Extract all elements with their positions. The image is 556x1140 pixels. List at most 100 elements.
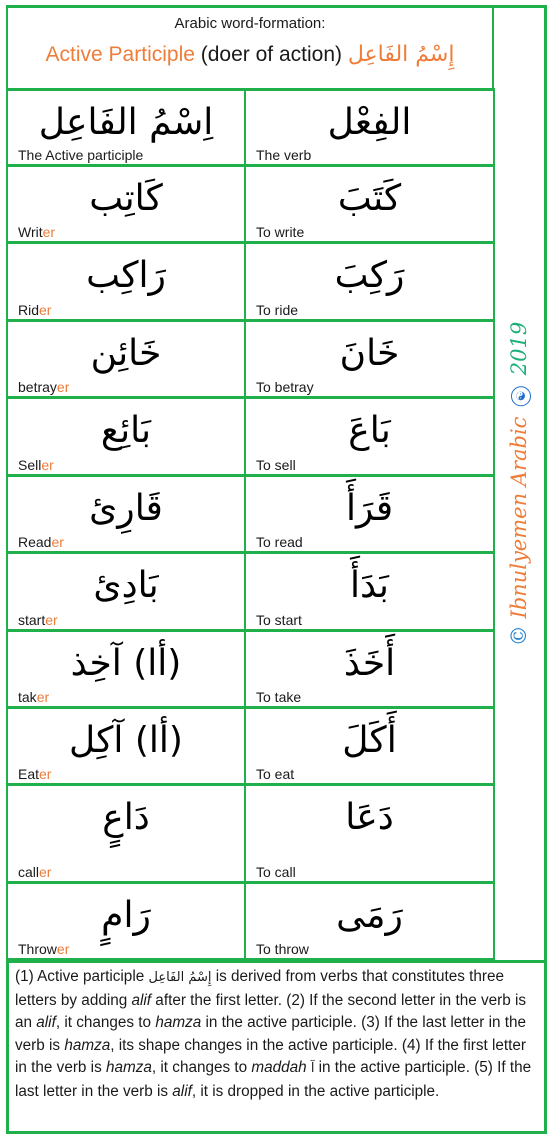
- note-text: (1) Active participle: [15, 968, 149, 985]
- table-row: رَامٍ Thrower رَمَى To throw: [6, 884, 495, 961]
- verb-cell: الفِعْل The verb: [244, 91, 495, 164]
- verb-english: To write: [256, 224, 305, 240]
- table-row: اِسْمُ الفَاعِل The Active participle الفِ…: [6, 88, 495, 167]
- participle-english-suffix: er: [56, 941, 70, 957]
- verb-english: To betray: [256, 379, 314, 395]
- verb-cell: بَدَأَ To start: [244, 554, 495, 629]
- participle-cell: خَائِن betrayer: [8, 322, 244, 396]
- word-table: اِسْمُ الفَاعِل The Active participle الفِ…: [6, 88, 495, 961]
- verb-english: To sell: [256, 457, 296, 473]
- verb-english: To read: [256, 534, 303, 550]
- participle-english-stem: betray: [18, 379, 57, 395]
- participle-arabic: (أا) آكِل: [69, 720, 183, 761]
- participle-english-stem: Throw: [18, 941, 57, 957]
- note-term: alif: [36, 1014, 56, 1031]
- participle-english: Rider: [18, 302, 51, 318]
- participle-english-stem: Eat: [18, 766, 40, 782]
- title-rest: (doer of action): [194, 43, 348, 66]
- participle-arabic: دَاعٍ: [102, 797, 150, 838]
- copyright-icon: ©: [507, 624, 531, 646]
- verb-arabic: الفِعْل: [327, 102, 412, 143]
- title-arabic: إِسْمُ الفَاعِل: [347, 42, 455, 67]
- table-row: خَائِن betrayer خَانَ To betray: [6, 322, 495, 399]
- participle-english: Reader: [18, 534, 64, 550]
- table-row: (أا) آكِل Eater أَكَلَ To eat: [6, 709, 495, 786]
- participle-arabic: بَادِئ: [93, 565, 159, 606]
- participle-cell: دَاعٍ caller: [8, 786, 244, 881]
- participle-english-stem: Writ: [18, 224, 43, 240]
- verb-arabic: دَعَا: [345, 797, 394, 838]
- header: Arabic word-formation: Active Participle…: [6, 5, 494, 90]
- participle-english: The Active participle: [18, 147, 143, 163]
- verb-cell: خَانَ To betray: [244, 322, 495, 396]
- participle-english-suffix: er: [41, 457, 54, 473]
- note-term: hamza: [155, 1014, 202, 1031]
- participle-english: Eater: [18, 766, 51, 782]
- verb-arabic: بَدَأَ: [350, 565, 389, 606]
- table-row: بَائِع Seller بَاعَ To sell: [6, 399, 495, 477]
- verb-arabic: رَكِبَ: [334, 255, 405, 296]
- participle-english-suffix: er: [42, 224, 56, 240]
- participle-cell: (أا) آكِل Eater: [8, 709, 244, 783]
- participle-cell: كَاتِب Writer: [8, 167, 244, 241]
- participle-cell: بَائِع Seller: [8, 399, 244, 474]
- participle-english: starter: [18, 612, 58, 628]
- participle-english-suffix: er: [56, 379, 70, 395]
- participle-cell: رَاكِب Rider: [8, 244, 244, 319]
- table-row: بَادِئ starter بَدَأَ To start: [6, 554, 495, 632]
- note-term: hamza: [64, 1036, 111, 1054]
- participle-english-stem: Read: [18, 534, 52, 550]
- participle-arabic: خَائِن: [90, 333, 162, 374]
- verb-arabic: بَاعَ: [348, 410, 391, 451]
- participle-english-suffix: er: [36, 689, 50, 705]
- title-highlight: Active Participle: [45, 43, 195, 66]
- note-arabic-term: إِسْمُ الفَاعِل: [148, 970, 212, 985]
- verb-english: To call: [256, 864, 296, 880]
- participle-english-stem: tak: [18, 689, 37, 705]
- participle-cell: اِسْمُ الفَاعِل The Active participle: [8, 91, 244, 164]
- participle-english-stem: Sell: [18, 457, 42, 473]
- participle-english-suffix: er: [51, 534, 64, 550]
- table-row: كَاتِب Writer كَتَبَ To write: [6, 167, 495, 244]
- verb-arabic: كَتَبَ: [337, 178, 402, 219]
- verb-cell: دَعَا To call: [244, 786, 495, 881]
- header-subtitle: Arabic word-formation:: [174, 15, 326, 32]
- participle-english: betrayer: [18, 379, 69, 395]
- participle-arabic: رَاكِب: [86, 255, 166, 296]
- verb-arabic: رَمَى: [336, 895, 403, 936]
- note-term: alif: [131, 991, 152, 1009]
- verb-english: The verb: [256, 147, 312, 163]
- verb-english: To start: [256, 612, 302, 628]
- verb-english: To eat: [256, 766, 295, 782]
- participle-cell: بَادِئ starter: [8, 554, 244, 629]
- copyright-sidebar: © Ibnulyemen Arabic ☯ 2019: [493, 5, 545, 962]
- participle-english-stem: Rid: [18, 302, 40, 318]
- participle-english-stem: call: [18, 864, 40, 880]
- note-text: , it changes to: [55, 1014, 156, 1031]
- table-row: (أا) آخِذ taker أَخَذَ To take: [6, 632, 495, 709]
- participle-arabic: قَارِئ: [89, 488, 163, 529]
- table-row: دَاعٍ caller دَعَا To call: [6, 786, 495, 884]
- verb-english: To take: [256, 689, 302, 705]
- verb-arabic: أَخَذَ: [343, 643, 396, 684]
- verb-cell: رَمَى To throw: [244, 884, 495, 958]
- participle-arabic: كَاتِب: [89, 178, 163, 219]
- participle-english-suffix: er: [45, 612, 58, 628]
- note-term: maddah: [251, 1059, 307, 1076]
- table-row: رَاكِب Rider رَكِبَ To ride: [6, 244, 495, 322]
- participle-english-suffix: er: [39, 864, 52, 880]
- note-arabic-maddah: آ: [306, 1061, 319, 1076]
- copyright-year: 2019: [507, 321, 531, 382]
- header-title: Active Participle (doer of action) إِسْم…: [8, 42, 492, 67]
- note-term: alif: [172, 1082, 192, 1100]
- verb-cell: أَخَذَ To take: [244, 632, 495, 706]
- participle-cell: رَامٍ Thrower: [8, 884, 244, 958]
- verb-arabic: خَانَ: [339, 333, 400, 374]
- verb-cell: قَرَأَ To read: [244, 477, 495, 551]
- verb-cell: أَكَلَ To eat: [244, 709, 495, 783]
- verb-english: To ride: [256, 302, 299, 318]
- note-text: , it is dropped in the active participle…: [191, 1082, 440, 1100]
- verb-arabic: أَكَلَ: [342, 720, 397, 761]
- copyright-text: © Ibnulyemen Arabic ☯ 2019: [507, 321, 531, 645]
- verb-arabic: قَرَأَ: [345, 488, 394, 529]
